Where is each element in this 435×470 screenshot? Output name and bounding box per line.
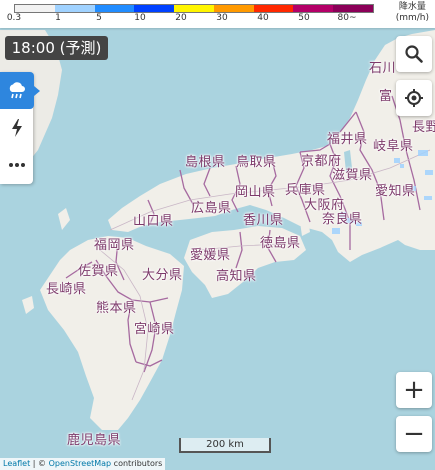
- prefecture-label: 大分県: [142, 268, 183, 283]
- prefecture-label: 山口県: [133, 214, 174, 229]
- legend-color-swatch: [54, 5, 95, 12]
- prefecture-label: 福岡県: [94, 238, 135, 253]
- legend-tick: 80~: [337, 13, 357, 23]
- legend-color-swatch: [293, 5, 334, 12]
- prefecture-label: 富: [379, 89, 393, 104]
- prefecture-label: 奈良県: [322, 212, 363, 227]
- prefecture-label: 愛知県: [375, 184, 416, 199]
- prefecture-label: 高知県: [216, 269, 257, 284]
- prefecture-label: 岐阜県: [373, 139, 414, 154]
- legend-color-swatch: [134, 5, 175, 12]
- prefecture-label: 長崎県: [46, 282, 87, 297]
- legend-unit-mmh: (mm/h): [395, 13, 429, 23]
- prefecture-label: 福井県: [327, 132, 368, 147]
- lightning-layer-button[interactable]: [0, 109, 33, 146]
- legend-tick: 10: [134, 13, 146, 23]
- prefecture-label: 佐賀県: [78, 264, 119, 279]
- attribution-contributors: contributors: [111, 459, 163, 468]
- prefecture-label: 石川: [369, 61, 397, 76]
- more-menu-button[interactable]: [0, 146, 33, 183]
- prefecture-label: 香川県: [243, 213, 284, 228]
- legend-unit-title: 降水量: [398, 2, 426, 12]
- locate-button[interactable]: [396, 80, 432, 116]
- prefecture-label: 鹿児島県: [67, 433, 122, 448]
- locate-icon: [405, 89, 423, 107]
- more-icon: [8, 162, 25, 167]
- prefecture-label: 長野: [412, 120, 435, 135]
- prefecture-label: 愛媛県: [190, 248, 231, 263]
- map-attribution: Leaflet | © OpenStreetMap contributors: [0, 458, 166, 470]
- prefecture-label: 岡山県: [235, 185, 276, 200]
- osm-link[interactable]: OpenStreetMap: [49, 459, 112, 468]
- leaflet-link[interactable]: Leaflet: [3, 459, 30, 468]
- rain-layer-button[interactable]: [0, 72, 40, 109]
- prefecture-label: 島根県: [185, 155, 226, 170]
- legend-tick: 50: [298, 13, 310, 23]
- legend-tick: 20: [175, 13, 187, 23]
- legend-color-bar: [14, 4, 374, 13]
- search-button[interactable]: [396, 36, 432, 72]
- lightning-icon: [11, 118, 22, 137]
- legend-unit: 降水量 (mm/h): [396, 2, 429, 24]
- rain-cloud-icon: [9, 81, 25, 98]
- legend-color-swatch: [94, 5, 135, 12]
- search-icon: [405, 45, 423, 63]
- attribution-separator: | ©: [30, 459, 49, 468]
- legend-tick: 30: [216, 13, 228, 23]
- legend-color-swatch: [213, 5, 254, 12]
- prefecture-label: 宮崎県: [134, 322, 175, 337]
- prefecture-label: 滋賀県: [332, 168, 373, 183]
- legend-tick: 0.3: [6, 13, 22, 23]
- prefecture-label: 熊本県: [96, 301, 137, 316]
- prefecture-label: 徳島県: [260, 236, 301, 251]
- legend-tick: 5: [96, 13, 102, 23]
- legend-color-swatch: [253, 5, 294, 12]
- prefecture-label: 鳥取県: [236, 155, 277, 170]
- legend-color-swatch: [174, 5, 214, 12]
- zoom-out-button[interactable]: −: [396, 416, 432, 452]
- layer-side-panel: [0, 72, 40, 184]
- map-scale-bar: 200 km: [179, 438, 271, 453]
- legend-color-swatch: [15, 5, 55, 12]
- precipitation-legend: 0.3 1 5 10 20 30 40 50 80~ 降水量 (mm/h): [0, 0, 435, 28]
- zoom-in-button[interactable]: +: [396, 372, 432, 408]
- legend-tick: 1: [55, 13, 61, 23]
- legend-color-swatch: [333, 5, 374, 12]
- prefecture-label: 広島県: [191, 201, 232, 216]
- legend-tick: 40: [257, 13, 269, 23]
- forecast-time-label: 18:00 (予測): [5, 36, 108, 60]
